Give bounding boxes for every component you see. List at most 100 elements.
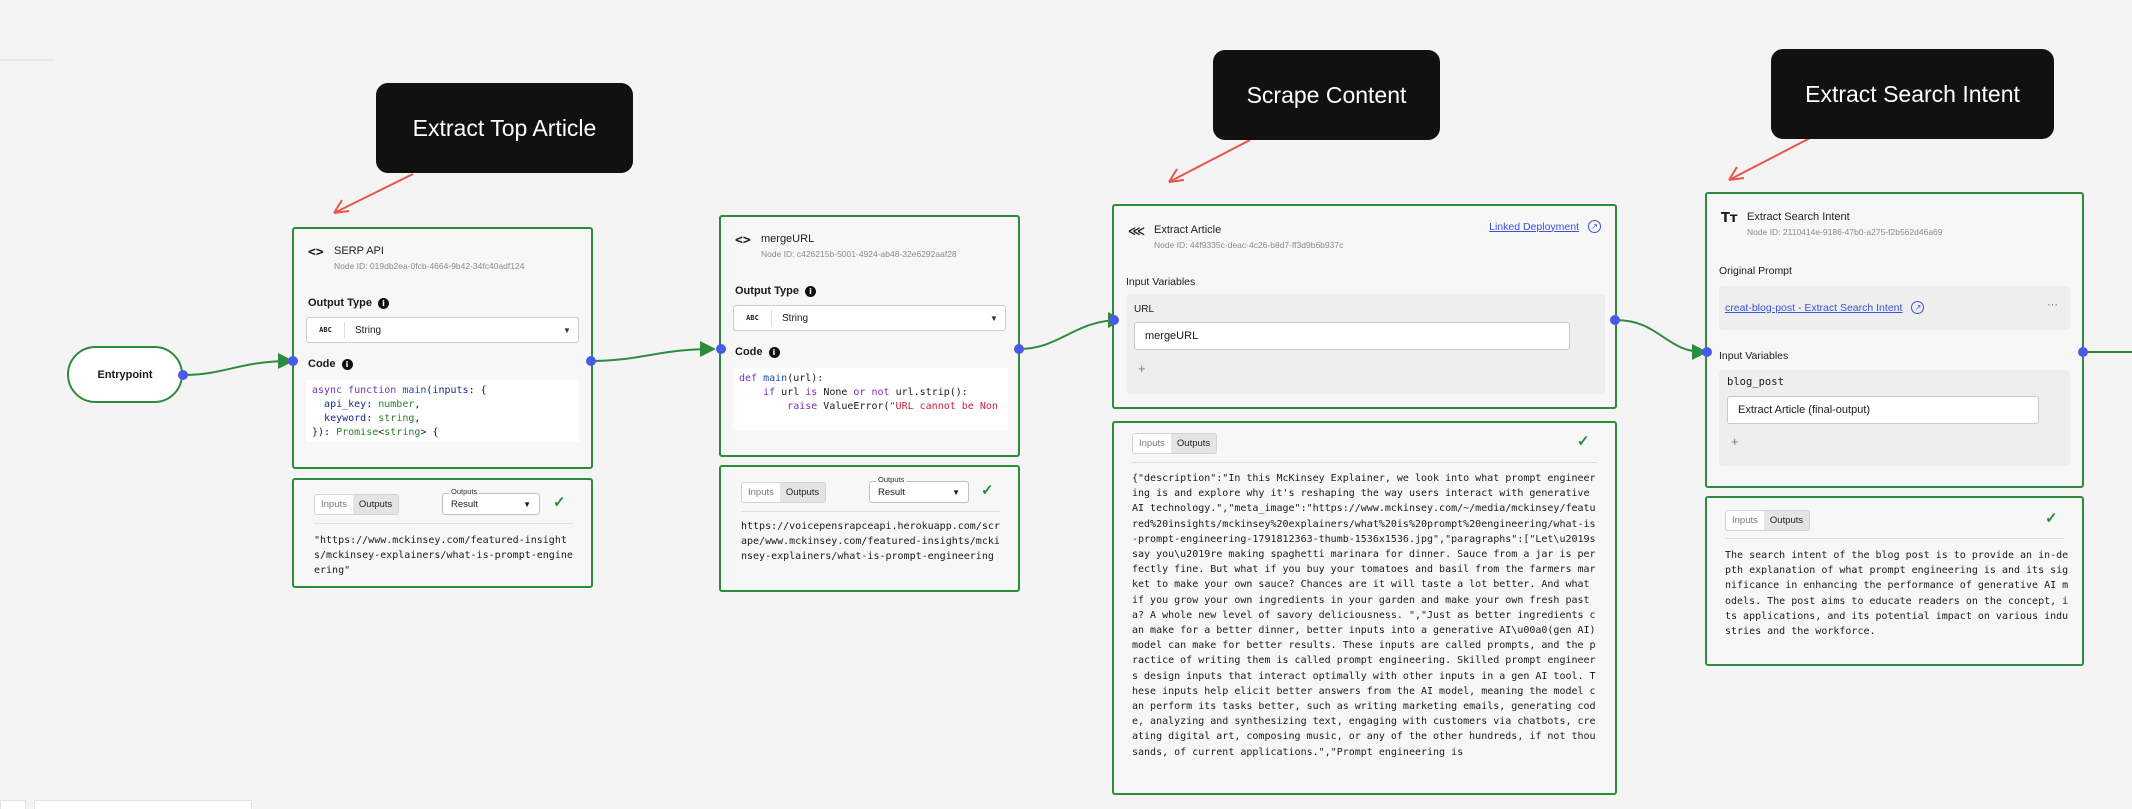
input-variable-card: blog_post Extract Article (final-output)… xyxy=(1719,370,2070,466)
output-tabs: Inputs Outputs xyxy=(1725,510,1811,531)
tab-outputs[interactable]: Outputs xyxy=(1170,434,1217,453)
chevron-down-icon: ▼ xyxy=(952,487,960,497)
code-editor[interactable]: async function main(inputs: { api_key: n… xyxy=(306,380,579,442)
code-icon: <> xyxy=(308,245,324,260)
info-icon[interactable]: i xyxy=(768,346,780,358)
input-variables-label: Input Variables xyxy=(1719,350,1789,362)
more-icon[interactable]: ··· xyxy=(2047,299,2058,311)
tab-outputs[interactable]: Outputs xyxy=(1763,511,1810,530)
minimap-edge xyxy=(0,800,26,809)
output-type-value: String xyxy=(355,324,382,336)
output-type-select[interactable]: ABC String ▼ xyxy=(306,317,579,343)
output-type-value: String xyxy=(782,312,809,324)
prompt-link[interactable]: creat-blog-post - Extract Search Intent xyxy=(1725,302,1902,314)
check-icon: ✓ xyxy=(553,494,566,511)
code-label: Code xyxy=(735,346,763,358)
divider xyxy=(741,511,1000,512)
extract-search-intent-node[interactable]: Tт Extract Search Intent Node ID: 211041… xyxy=(1705,192,2084,488)
callout-arrow xyxy=(1168,139,1251,183)
check-icon: ✓ xyxy=(2045,510,2058,527)
tab-outputs[interactable]: Outputs xyxy=(352,495,399,514)
mergeurl-output-panel: Inputs Outputs Outputs Result ▼ ✓ https:… xyxy=(719,465,1020,592)
output-tabs: Inputs Outputs xyxy=(741,482,827,503)
original-prompt-label: Original Prompt xyxy=(1719,265,1792,277)
callout-extract-search-intent: Extract Search Intent xyxy=(1771,49,2054,139)
input-variables-label: Input Variables xyxy=(1126,276,1196,288)
output-tabs: Inputs Outputs xyxy=(1132,433,1218,454)
edge-entry-serp xyxy=(182,353,294,376)
edge-extract-intent xyxy=(1614,319,1708,360)
serp-output-panel: Inputs Outputs Outputs Result ▼ ✓ "https… xyxy=(292,478,593,588)
divider xyxy=(314,523,573,524)
node-title: mergeURL xyxy=(761,233,815,245)
tab-outputs[interactable]: Outputs xyxy=(779,483,826,502)
node-id: Node ID: 44f9335c-deac-4c26-b8d7-ff3d9b6… xyxy=(1154,240,1344,250)
output-text: https://voicepensrapceapi.herokuapp.com/… xyxy=(741,521,1000,563)
external-link-icon[interactable]: ↗ xyxy=(1911,301,1925,314)
input-variable-card: URL mergeURL + xyxy=(1126,294,1605,394)
variable-name: blog_post xyxy=(1727,376,1784,388)
output-type-label: Output Type xyxy=(735,285,799,297)
info-icon[interactable]: i xyxy=(341,358,353,370)
plus-icon[interactable]: + xyxy=(1138,361,1146,376)
string-type-icon: ABC xyxy=(734,310,772,326)
callout-arrow xyxy=(1728,137,1811,181)
mergeurl-node[interactable]: <> mergeURL Node ID: c426215b-5001-4924-… xyxy=(719,215,1020,457)
check-icon: ✓ xyxy=(1577,433,1590,450)
code-label: Code xyxy=(308,358,336,370)
code-editor[interactable]: def main(url): if url is None or not url… xyxy=(733,368,1008,430)
tab-inputs[interactable]: Inputs xyxy=(315,495,353,514)
tab-inputs[interactable]: Inputs xyxy=(1726,511,1764,530)
node-id: Node ID: 2110414e-9186-47b0-a275-f2b562d… xyxy=(1747,227,1943,237)
output-tabs: Inputs Outputs xyxy=(314,494,400,515)
chevron-down-icon: ▼ xyxy=(523,499,531,509)
external-link-icon[interactable]: ↗ xyxy=(1588,220,1601,233)
callout-scrape-content: Scrape Content xyxy=(1213,50,1440,140)
node-id: Node ID: c426215b-5001-4924-ab48-32e6292… xyxy=(761,249,957,259)
callout-extract-top-article: Extract Top Article xyxy=(376,83,633,173)
string-type-icon: ABC xyxy=(307,322,345,338)
outputs-select-legend: Outputs xyxy=(876,475,907,484)
outputs-select[interactable]: Outputs Result ▼ xyxy=(442,487,540,515)
workflow-canvas[interactable]: Extract Top Article Scrape Content Extra… xyxy=(0,0,2132,809)
linked-deployment-link[interactable]: Linked Deployment xyxy=(1489,221,1579,233)
variable-value-input[interactable]: mergeURL xyxy=(1134,322,1570,350)
tab-inputs[interactable]: Inputs xyxy=(1133,434,1171,453)
divider xyxy=(1132,462,1597,463)
outputs-select-value: Result xyxy=(451,498,478,510)
output-text: The search intent of the blog post is to… xyxy=(1725,550,2069,638)
outputs-select[interactable]: Outputs Result ▼ xyxy=(869,475,969,503)
edge-merge-extract xyxy=(1018,312,1124,350)
output-type-select[interactable]: ABC String ▼ xyxy=(733,305,1006,331)
tab-inputs[interactable]: Inputs xyxy=(742,483,780,502)
outputs-select-legend: Outputs xyxy=(449,487,480,496)
entrypoint-node[interactable]: Entrypoint xyxy=(67,346,183,403)
controls-panel-edge xyxy=(34,800,252,809)
entrypoint-label: Entrypoint xyxy=(97,368,153,381)
extract-article-node[interactable]: ⋘ Extract Article Node ID: 44f9335c-deac… xyxy=(1112,204,1617,409)
edge-serp-merge xyxy=(590,341,716,362)
plus-icon[interactable]: + xyxy=(1731,434,1739,449)
node-title: SERP API xyxy=(334,245,384,257)
variable-name: URL xyxy=(1134,304,1155,315)
output-text[interactable]: {"description":"In this McKinsey Explain… xyxy=(1132,471,1597,789)
output-text: "https://www.mckinsey.com/featured-insig… xyxy=(314,535,573,577)
outputs-select-value: Result xyxy=(878,486,905,498)
code-icon: <> xyxy=(735,233,751,248)
check-icon: ✓ xyxy=(981,482,994,499)
chevron-down-icon: ▼ xyxy=(563,325,571,335)
text-icon: Tт xyxy=(1721,211,1738,226)
info-icon[interactable]: i xyxy=(804,285,816,297)
variable-value-input[interactable]: Extract Article (final-output) xyxy=(1727,396,2039,424)
node-id: Node ID: 019db2ea-0fcb-4664-9b42-34fc40a… xyxy=(334,261,525,271)
prompt-card: creat-blog-post - Extract Search Intent … xyxy=(1719,286,2070,330)
serp-api-node[interactable]: <> SERP API Node ID: 019db2ea-0fcb-4664-… xyxy=(292,227,593,469)
search-intent-output-panel: Inputs Outputs ✓ The search intent of th… xyxy=(1705,496,2084,666)
node-title: Extract Search Intent xyxy=(1747,211,1850,223)
output-type-label: Output Type xyxy=(308,297,372,309)
node-title: Extract Article xyxy=(1154,224,1222,236)
info-icon[interactable]: i xyxy=(377,297,389,309)
extract-article-output-panel: Inputs Outputs ✓ {"description":"In this… xyxy=(1112,421,1617,795)
chevron-down-icon: ▼ xyxy=(990,313,998,323)
divider xyxy=(1725,538,2064,539)
